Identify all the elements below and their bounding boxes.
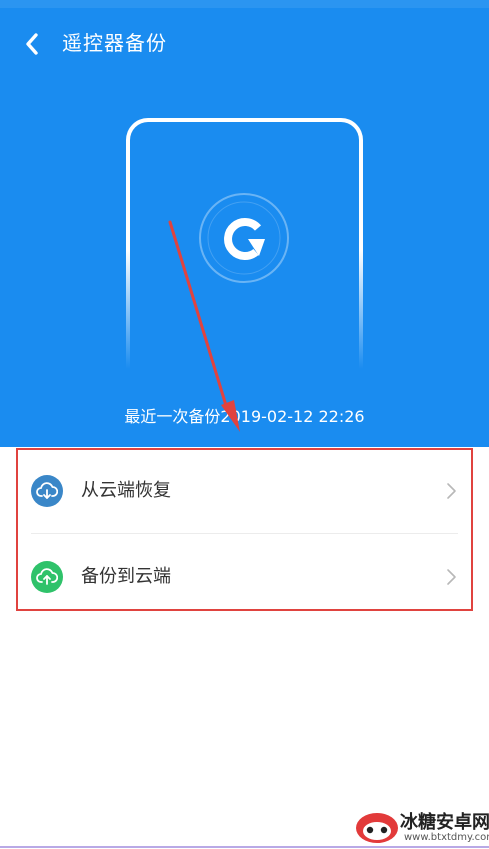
last-backup-time: 最近一次备份2019-02-12 22:26 (124, 407, 365, 426)
watermark: 冰糖安卓网 www.btxtdmy.com (354, 808, 489, 846)
restore-from-cloud-label: 从云端恢复 (81, 480, 171, 501)
chevron-right-icon (447, 483, 456, 499)
bottom-edge-line (0, 846, 489, 848)
backup-to-cloud-item[interactable]: 备份到云端 (0, 534, 489, 620)
chevron-right-icon (447, 569, 456, 585)
watermark-url: www.btxtdmy.com (404, 832, 489, 843)
status-bar (0, 0, 489, 8)
hero-panel: 遥控器备份 最近一次备份2019-02-12 22:26 (0, 0, 489, 447)
watermark-logo-icon (356, 813, 398, 843)
watermark-name: 冰糖安卓网 (400, 812, 489, 833)
sync-icon (199, 193, 289, 283)
cloud-upload-icon (31, 561, 63, 593)
back-button[interactable] (14, 26, 50, 62)
page-title: 遥控器备份 (62, 31, 167, 55)
cloud-download-icon (31, 475, 63, 507)
restore-from-cloud-item[interactable]: 从云端恢复 (0, 448, 489, 534)
backup-to-cloud-label: 备份到云端 (81, 566, 171, 587)
chevron-left-icon (26, 33, 38, 55)
